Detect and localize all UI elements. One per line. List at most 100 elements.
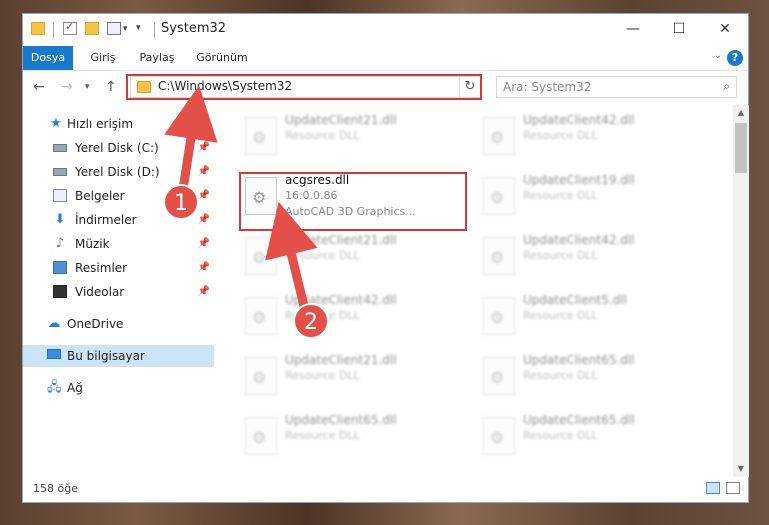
up-arrow-icon[interactable]: ↑ bbox=[105, 79, 117, 95]
large-icons-view-icon[interactable] bbox=[726, 482, 740, 494]
file-tile[interactable]: ⚙ UpdateClient21.dll Resource DLL bbox=[239, 227, 469, 287]
vertical-scrollbar[interactable]: ▲ ▼ bbox=[733, 105, 749, 477]
forward-arrow-icon[interactable]: → bbox=[61, 79, 73, 95]
sidebar-item-disk-c[interactable]: Yerel Disk (C:) 📌 bbox=[23, 137, 214, 159]
scroll-up-icon[interactable]: ▲ bbox=[733, 105, 749, 121]
pin-icon: 📌 bbox=[197, 142, 210, 153]
file-name: UpdateClient42.dll bbox=[523, 113, 635, 127]
scroll-thumb[interactable] bbox=[735, 123, 747, 173]
sidebar-item-pictures[interactable]: Resimler 📌 bbox=[23, 257, 214, 279]
title-divider bbox=[154, 22, 155, 38]
dll-file-icon: ⚙ bbox=[483, 177, 515, 215]
pin-icon: 📌 bbox=[197, 214, 210, 225]
file-tile[interactable]: ⚙ UpdateClient21.dll Resource DLL bbox=[239, 347, 469, 407]
music-icon: ♪ bbox=[55, 236, 65, 251]
sidebar-item-this-pc[interactable]: Bu bilgisayar bbox=[23, 345, 214, 367]
tab-gorunum[interactable]: Görünüm bbox=[191, 46, 253, 70]
file-tile[interactable]: ⚙ UpdateClient42.dll Resource DLL bbox=[477, 107, 707, 167]
file-tile[interactable]: ⚙ UpdateClient19.dll Resource DLL bbox=[477, 167, 707, 227]
file-tile[interactable]: ⚙ UpdateClient65.dll Resource DLL bbox=[477, 347, 707, 407]
sidebar-item-label: Yerel Disk (D:) bbox=[75, 165, 160, 179]
dll-file-icon: ⚙ bbox=[245, 417, 277, 455]
properties-check-icon[interactable] bbox=[63, 20, 77, 35]
scroll-down-icon[interactable]: ▼ bbox=[733, 461, 749, 477]
file-name: UpdateClient21.dll bbox=[285, 113, 397, 127]
file-tile[interactable]: ⚙ UpdateClient21.dll Resource DLL bbox=[239, 107, 469, 167]
search-input[interactable]: Ara: System32 ⌕ bbox=[496, 76, 737, 98]
file-type: Resource DLL bbox=[523, 129, 598, 142]
pin-icon: 📌 bbox=[197, 238, 210, 249]
search-icon: ⌕ bbox=[723, 79, 730, 93]
sidebar-item-music[interactable]: ♪ Müzik 📌 bbox=[23, 233, 214, 255]
sidebar-item-onedrive[interactable]: ☁ OneDrive bbox=[23, 313, 214, 335]
quick-access-dropdown-icon[interactable]: ▾ bbox=[123, 24, 128, 34]
file-type: Resource DLL bbox=[523, 249, 598, 262]
dll-file-icon: ⚙ bbox=[483, 237, 515, 275]
sidebar-item-label: Yerel Disk (C:) bbox=[75, 141, 159, 155]
dll-file-icon: ⚙ bbox=[245, 297, 277, 335]
expand-ribbon-icon[interactable]: ⌄ bbox=[714, 50, 722, 61]
file-tile[interactable]: ⚙ UpdateClient42.dll Resource DLL bbox=[477, 227, 707, 287]
customize-toolbar-icon[interactable]: ▾ bbox=[136, 23, 141, 33]
file-type: Resource DLL bbox=[285, 369, 360, 382]
file-tile[interactable]: ⚙ UpdateClient42.dll Resource DLL bbox=[239, 287, 469, 347]
pin-icon: 📌 bbox=[197, 262, 210, 273]
folder-icon bbox=[31, 22, 45, 35]
sidebar-item-label: Resimler bbox=[75, 261, 128, 275]
close-button[interactable]: ✕ bbox=[702, 14, 748, 44]
file-name: UpdateClient65.dll bbox=[285, 413, 397, 427]
sidebar-item-label: OneDrive bbox=[67, 317, 124, 331]
file-type: Resource DLL bbox=[523, 309, 598, 322]
view-properties-icon[interactable] bbox=[107, 22, 121, 35]
sidebar-item-label: Ağ bbox=[67, 381, 83, 395]
window-title: System32 bbox=[161, 21, 227, 36]
file-name: UpdateClient21.dll bbox=[285, 353, 397, 367]
file-name: UpdateClient42.dll bbox=[523, 233, 635, 247]
pin-icon: 📌 bbox=[197, 286, 210, 297]
step-marker-2: 2 bbox=[293, 303, 329, 339]
title-bar: ▾ ▾ System32 — ☐ ✕ bbox=[23, 14, 748, 46]
tab-giris[interactable]: Giriş bbox=[81, 46, 125, 70]
sidebar-item-videos[interactable]: Videolar 📌 bbox=[23, 281, 214, 303]
file-name: UpdateClient21.dll bbox=[285, 233, 397, 247]
file-tile[interactable]: ⚙ UpdateClient65.dll Resource DLL bbox=[239, 407, 469, 467]
file-type: Resource DLL bbox=[523, 189, 598, 202]
drive-icon bbox=[53, 144, 67, 152]
dll-file-icon: ⚙ bbox=[483, 297, 515, 335]
sidebar-item-quick-access[interactable]: ★ Hızlı erişim bbox=[23, 113, 214, 135]
tab-dosya[interactable]: Dosya bbox=[23, 46, 73, 70]
file-name: UpdateClient5.dll bbox=[523, 293, 627, 307]
pin-icon: 📌 bbox=[197, 190, 210, 201]
sidebar-item-network[interactable]: 🖧 Ağ bbox=[23, 377, 214, 399]
search-placeholder: Ara: System32 bbox=[503, 80, 592, 94]
sidebar-item-label: Bu bilgisayar bbox=[67, 349, 145, 363]
item-count: 158 öğe bbox=[33, 482, 78, 495]
file-tile[interactable]: ⚙ UpdateClient65.dll Resource DLL bbox=[477, 407, 707, 467]
network-icon: 🖧 bbox=[47, 380, 62, 395]
file-name: UpdateClient65.dll bbox=[523, 413, 635, 427]
file-list: ⚙ UpdateClient21.dll Resource DLL ⚙ Upda… bbox=[219, 105, 733, 477]
new-folder-icon[interactable] bbox=[85, 22, 99, 35]
dll-file-icon: ⚙ bbox=[483, 117, 515, 155]
details-view-icon[interactable] bbox=[706, 482, 720, 494]
address-highlight-box bbox=[126, 74, 482, 100]
sidebar-item-label: Müzik bbox=[75, 237, 110, 251]
pictures-icon bbox=[53, 261, 67, 274]
minimize-button[interactable]: — bbox=[610, 14, 656, 44]
divider bbox=[53, 22, 54, 38]
recent-locations-icon[interactable]: ▾ bbox=[85, 82, 90, 92]
sidebar-item-label: İndirmeler bbox=[75, 213, 137, 227]
file-name: UpdateClient19.dll bbox=[523, 173, 635, 187]
pin-icon: 📌 bbox=[197, 166, 210, 177]
back-arrow-icon[interactable]: ← bbox=[33, 79, 45, 95]
sidebar-item-label: Belgeler bbox=[75, 189, 125, 203]
file-tile[interactable]: ⚙ UpdateClient5.dll Resource DLL bbox=[477, 287, 707, 347]
file-type: Resource DLL bbox=[285, 249, 360, 262]
downloads-icon: ⬇ bbox=[54, 212, 66, 227]
dll-file-icon: ⚙ bbox=[245, 357, 277, 395]
maximize-button[interactable]: ☐ bbox=[656, 14, 702, 44]
cloud-icon: ☁ bbox=[47, 316, 61, 331]
sidebar-item-disk-d[interactable]: Yerel Disk (D:) 📌 bbox=[23, 161, 214, 183]
tab-paylas[interactable]: Paylaş bbox=[131, 46, 183, 70]
help-icon[interactable]: ? bbox=[727, 50, 743, 66]
